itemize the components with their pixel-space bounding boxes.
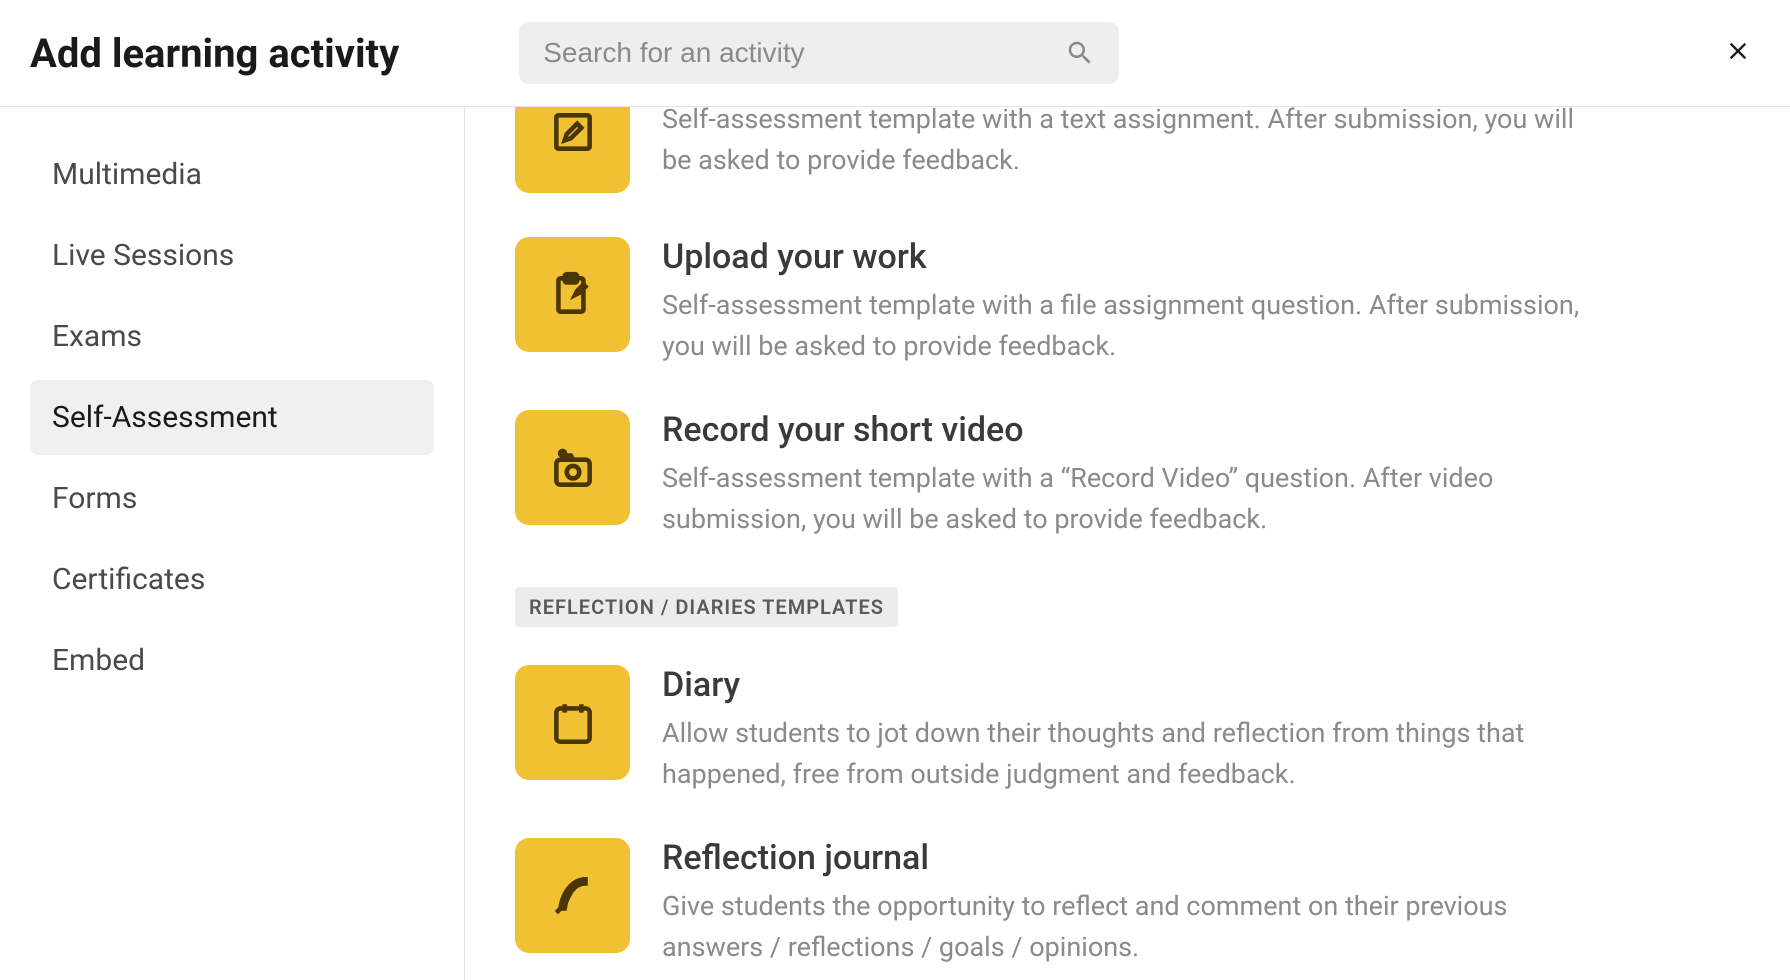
activity-desc: Allow students to jot down their thought… [662,713,1602,794]
activity-icon-box [515,665,630,780]
activity-title: Upload your work [662,237,1602,277]
close-button[interactable] [1724,32,1752,74]
search-box[interactable] [519,22,1119,84]
activity-text: Reflection journal Give students the opp… [662,838,1602,967]
activity-desc: Self-assessment template with a “Record … [662,458,1602,539]
activity-text: Self-assessment template with a text ass… [662,107,1602,180]
activity-desc: Give students the opportunity to reflect… [662,886,1602,967]
activity-icon-box [515,838,630,953]
sidebar-item-multimedia[interactable]: Multimedia [30,137,434,212]
modal-body: Multimedia Live Sessions Exams Self-Asse… [0,107,1790,980]
modal-title: Add learning activity [30,30,399,77]
main-content[interactable]: Self-assessment template with a text ass… [465,107,1790,980]
calendar-icon [548,698,598,748]
activity-title: Record your short video [662,410,1602,450]
activity-item[interactable]: Upload your work Self-assessment templat… [515,215,1740,388]
activity-title: Diary [662,665,1602,705]
section-label: REFLECTION / DIARIES TEMPLATES [515,587,898,627]
activity-desc: Self-assessment template with a text ass… [662,107,1602,180]
activity-icon-box [515,237,630,352]
search-input[interactable] [543,37,1065,69]
activity-item[interactable]: Diary Allow students to jot down their t… [515,643,1740,816]
activity-item[interactable]: Record your short video Self-assessment … [515,388,1740,561]
feather-icon [548,871,598,921]
activity-text: Upload your work Self-assessment templat… [662,237,1602,366]
activity-icon-box [515,107,630,193]
sidebar-item-exams[interactable]: Exams [30,299,434,374]
activity-desc: Self-assessment template with a file ass… [662,285,1602,366]
activity-text: Diary Allow students to jot down their t… [662,665,1602,794]
activity-item[interactable]: Self-assessment template with a text ass… [515,107,1740,215]
activity-item[interactable]: Reflection journal Give students the opp… [515,816,1740,980]
sidebar-item-embed[interactable]: Embed [30,623,434,698]
sidebar-item-certificates[interactable]: Certificates [30,542,434,617]
activity-title: Reflection journal [662,838,1602,878]
sidebar-item-live-sessions[interactable]: Live Sessions [30,218,434,293]
sidebar-item-forms[interactable]: Forms [30,461,434,536]
camera-attach-icon [548,443,598,493]
pencil-square-icon [548,107,598,157]
close-icon [1724,37,1752,65]
sidebar: Multimedia Live Sessions Exams Self-Asse… [0,107,465,980]
sidebar-item-self-assessment[interactable]: Self-Assessment [30,380,434,455]
activity-text: Record your short video Self-assessment … [662,410,1602,539]
search-icon [1065,38,1095,68]
modal-header: Add learning activity [0,0,1790,107]
activity-icon-box [515,410,630,525]
clipboard-pencil-icon [548,270,598,320]
